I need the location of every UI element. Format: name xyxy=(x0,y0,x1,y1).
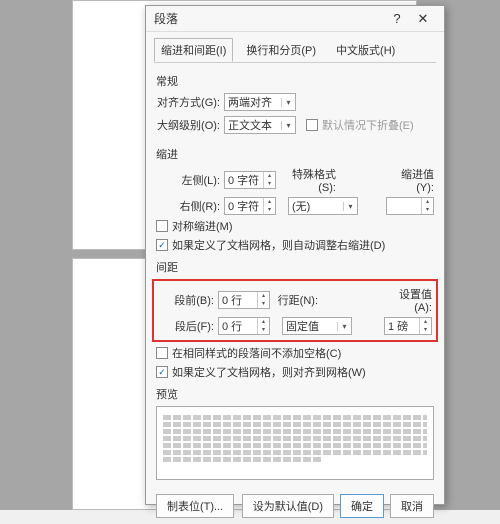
space-before-spinner[interactable]: 0 行▴▾ xyxy=(218,291,270,309)
indent-by-label: 缩进值(Y): xyxy=(386,166,434,194)
tab-line-page-breaks[interactable]: 换行和分页(P) xyxy=(239,38,323,62)
line-spacing-label: 行距(N): xyxy=(274,292,318,308)
auto-adjust-indent-label: 如果定义了文档网格，则自动调整右缩进(D) xyxy=(172,237,385,253)
ok-button[interactable]: 确定 xyxy=(340,494,384,518)
help-button[interactable]: ? xyxy=(384,11,410,26)
indent-right-spinner[interactable]: 0 字符▴▾ xyxy=(224,197,276,215)
outline-level-dropdown[interactable]: 正文文本▾ xyxy=(224,116,296,134)
space-after-spinner[interactable]: 0 行▴▾ xyxy=(218,317,270,335)
mirror-indent-label: 对称缩进(M) xyxy=(172,218,233,234)
chevron-down-icon: ▾ xyxy=(343,202,357,211)
indent-right-label: 右侧(R): xyxy=(156,198,220,214)
at-label: 设置值(A): xyxy=(382,286,432,314)
tab-asian-typography[interactable]: 中文版式(H) xyxy=(329,38,402,62)
collapse-checkbox[interactable] xyxy=(306,119,318,131)
line-spacing-dropdown[interactable]: 固定值▾ xyxy=(282,317,352,335)
auto-adjust-indent-checkbox[interactable]: ✓ xyxy=(156,239,168,251)
section-general: 常规 xyxy=(156,73,434,89)
chevron-down-icon: ▾ xyxy=(337,322,351,331)
dialog-title: 段落 xyxy=(154,10,384,27)
tabs-button[interactable]: 制表位(T)... xyxy=(156,494,234,518)
highlighted-spacing-area: 段前(B): 0 行▴▾ 行距(N): 设置值(A): 段后(F): 0 行▴▾… xyxy=(152,279,438,342)
space-after-label: 段后(F): xyxy=(158,318,214,334)
section-spacing: 间距 xyxy=(156,259,434,275)
preview-pane xyxy=(156,406,434,480)
tab-indent-spacing[interactable]: 缩进和间距(I) xyxy=(154,38,233,62)
chevron-down-icon: ▾ xyxy=(281,98,295,107)
no-space-same-style-checkbox[interactable] xyxy=(156,347,168,359)
special-format-dropdown[interactable]: (无)▾ xyxy=(288,197,358,215)
special-format-label: 特殊格式(S): xyxy=(280,166,336,194)
close-button[interactable]: ✕ xyxy=(410,11,436,27)
set-default-button[interactable]: 设为默认值(D) xyxy=(242,494,334,518)
indent-by-spinner[interactable]: ▴▾ xyxy=(386,197,434,215)
alignment-label: 对齐方式(G): xyxy=(156,94,220,110)
indent-left-spinner[interactable]: 0 字符▴▾ xyxy=(224,171,276,189)
section-indent: 缩进 xyxy=(156,146,434,162)
no-space-same-style-label: 在相同样式的段落间不添加空格(C) xyxy=(172,345,341,361)
outline-level-label: 大纲级别(O): xyxy=(156,117,220,133)
alignment-dropdown[interactable]: 两端对齐▾ xyxy=(224,93,296,111)
snap-to-grid-label: 如果定义了文档网格，则对齐到网格(W) xyxy=(172,364,366,380)
indent-left-label: 左侧(L): xyxy=(156,172,220,188)
space-before-label: 段前(B): xyxy=(158,292,214,308)
at-value-spinner[interactable]: 1 磅▴▾ xyxy=(384,317,432,335)
paragraph-dialog: 段落 ? ✕ 缩进和间距(I) 换行和分页(P) 中文版式(H) 常规 对齐方式… xyxy=(145,5,445,505)
snap-to-grid-checkbox[interactable]: ✓ xyxy=(156,366,168,378)
cancel-button[interactable]: 取消 xyxy=(390,494,434,518)
mirror-indent-checkbox[interactable] xyxy=(156,220,168,232)
section-preview: 预览 xyxy=(156,386,434,402)
chevron-down-icon: ▾ xyxy=(281,121,295,130)
collapse-label: 默认情况下折叠(E) xyxy=(322,117,414,133)
